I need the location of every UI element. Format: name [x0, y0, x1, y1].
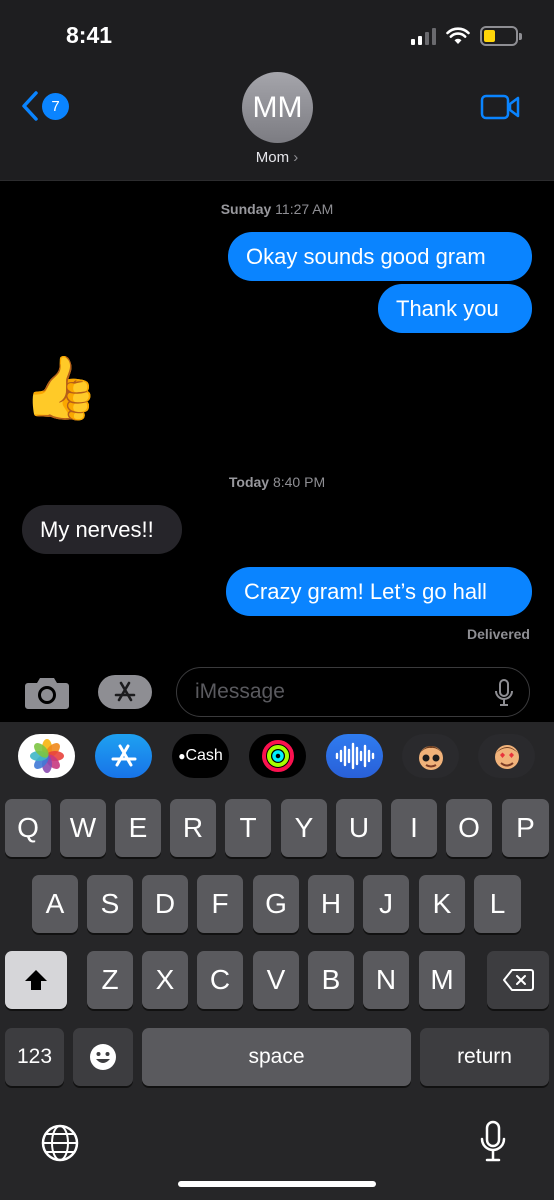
dictation-icon[interactable] — [480, 1120, 506, 1164]
timestamp: Today 8:40 PM — [228, 474, 326, 490]
shift-key[interactable] — [5, 951, 67, 1009]
memoji-app-button[interactable] — [402, 734, 459, 778]
key-y[interactable]: Y — [281, 799, 327, 857]
memoji-stickers-button[interactable] — [478, 734, 535, 778]
key-b[interactable]: B — [308, 951, 354, 1009]
key-f[interactable]: F — [197, 875, 243, 933]
key-g[interactable]: G — [253, 875, 299, 933]
key-v[interactable]: V — [253, 951, 299, 1009]
unread-count-badge: 7 — [42, 92, 69, 120]
key-u[interactable]: U — [336, 799, 382, 857]
activity-icon — [261, 740, 294, 772]
key-a[interactable]: A — [32, 875, 78, 933]
battery-icon — [480, 26, 522, 46]
chevron-right-icon: › — [293, 149, 299, 166]
apple-cash-button[interactable]: ● Cash — [172, 734, 229, 778]
message-bubble-outgoing[interactable]: Okay sounds good gram — [228, 232, 532, 281]
space-key[interactable]: space — [142, 1028, 411, 1086]
key-x[interactable]: X — [142, 951, 188, 1009]
numbers-key[interactable]: 123 — [5, 1028, 64, 1086]
keyboard: ● Cash Q W E R T Y U I O P A S D F G H J… — [0, 722, 554, 1200]
key-r[interactable]: R — [170, 799, 216, 857]
apple-logo-icon: ● — [178, 749, 186, 763]
delete-icon — [503, 969, 534, 991]
key-e[interactable]: E — [115, 799, 161, 857]
app-drawer: ● Cash — [0, 734, 554, 784]
key-p[interactable]: P — [502, 799, 549, 857]
wifi-icon — [446, 27, 470, 44]
message-input[interactable]: iMessage — [176, 667, 530, 717]
audio-icon — [335, 742, 374, 770]
audio-message-button[interactable] — [326, 734, 383, 778]
microphone-icon[interactable] — [495, 679, 513, 707]
home-indicator[interactable] — [178, 1181, 376, 1187]
signal-icon — [411, 27, 436, 45]
app-store-app-button[interactable] — [95, 734, 152, 778]
key-l[interactable]: L — [474, 875, 521, 933]
photos-icon — [29, 739, 64, 773]
status-time: 8:41 — [66, 22, 113, 48]
avatar[interactable]: MM — [242, 72, 313, 143]
key-h[interactable]: H — [308, 875, 354, 933]
video-camera-icon[interactable] — [480, 94, 520, 120]
emoji-key[interactable] — [73, 1028, 133, 1086]
composer-bar: iMessage — [0, 660, 554, 722]
thumbs-up-message[interactable]: 👍 — [22, 358, 99, 420]
key-n[interactable]: N — [363, 951, 409, 1009]
key-d[interactable]: D — [142, 875, 188, 933]
message-bubble-incoming[interactable]: My nerves!! — [22, 505, 182, 554]
emoji-icon — [90, 1044, 116, 1070]
back-chevron-icon — [22, 91, 38, 121]
conversation-header: 8:41 7 MM Mom › — [0, 0, 554, 181]
message-bubble-outgoing[interactable]: Thank you — [378, 284, 532, 333]
key-q[interactable]: Q — [5, 799, 51, 857]
apple-cash-label: Cash — [185, 747, 223, 764]
key-w[interactable]: W — [60, 799, 106, 857]
key-o[interactable]: O — [446, 799, 492, 857]
return-key[interactable]: return — [420, 1028, 549, 1086]
memoji-icon — [418, 746, 443, 770]
camera-icon[interactable] — [24, 674, 70, 710]
message-input-placeholder: iMessage — [195, 680, 285, 703]
delete-key[interactable] — [487, 951, 549, 1009]
app-store-icon — [111, 744, 136, 767]
key-j[interactable]: J — [363, 875, 409, 933]
contact-name-label: Mom — [255, 149, 290, 166]
key-t[interactable]: T — [225, 799, 271, 857]
app-store-icon — [114, 681, 136, 702]
key-z[interactable]: Z — [87, 951, 133, 1009]
key-s[interactable]: S — [87, 875, 133, 933]
key-i[interactable]: I — [391, 799, 437, 857]
activity-app-button[interactable] — [249, 734, 306, 778]
app-store-button[interactable] — [98, 675, 152, 709]
globe-icon[interactable] — [40, 1123, 80, 1163]
key-c[interactable]: C — [197, 951, 243, 1009]
photos-app-button[interactable] — [18, 734, 75, 778]
key-k[interactable]: K — [419, 875, 465, 933]
status-icons — [411, 26, 522, 46]
key-m[interactable]: M — [419, 951, 465, 1009]
delivered-status: Delivered — [466, 626, 530, 642]
back-button[interactable]: 7 — [20, 90, 69, 122]
contact-name[interactable]: Mom › — [0, 149, 554, 166]
message-bubble-outgoing[interactable]: Crazy gram! Let’s go hall — [226, 567, 532, 616]
memoji-sticker-icon — [494, 745, 519, 769]
timestamp: Sunday 11:27 AM — [220, 201, 334, 217]
shift-icon — [25, 970, 47, 990]
